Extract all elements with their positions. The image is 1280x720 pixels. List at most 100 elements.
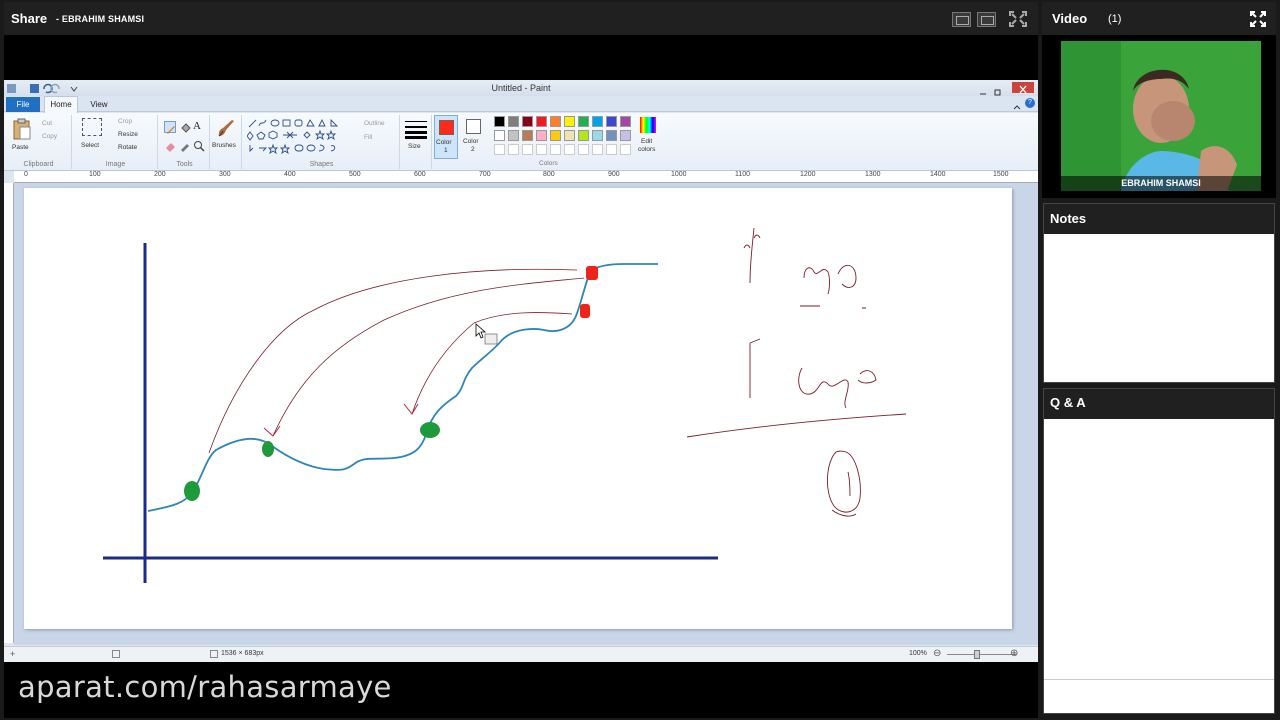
zoom-slider[interactable] [947,654,1017,655]
arc-line [272,277,585,437]
layout-small-icon[interactable] [952,12,971,27]
zoom-slider-thumb[interactable] [974,650,980,659]
qa-input[interactable] [1044,679,1274,713]
palette-swatch[interactable] [564,116,575,127]
palette-swatch[interactable] [536,130,547,141]
palette-swatch[interactable] [564,144,575,155]
palette-swatch[interactable] [522,116,533,127]
palette-swatch[interactable] [592,130,603,141]
palette-swatch[interactable] [564,130,575,141]
ribbon: Paste Cut Copy Clipboard Select Crop Res… [4,113,1038,171]
tab-view[interactable]: View [84,97,114,112]
qa-title: Q & A [1050,395,1086,410]
palette-swatch[interactable] [620,144,631,155]
tab-home[interactable]: Home [44,96,78,113]
outline-dropdown[interactable]: Outline [364,120,385,127]
drawing-canvas[interactable] [24,188,1012,629]
zoom-out-icon[interactable]: ⊖ [933,648,941,659]
pencil-icon[interactable] [164,121,176,134]
notes-title: Notes [1050,211,1087,226]
text-icon[interactable]: A [193,120,201,132]
palette-swatch[interactable] [606,130,617,141]
rotate-button[interactable]: Rotate [118,144,137,151]
paste-button[interactable]: Paste [12,144,29,151]
palette-swatch[interactable] [620,130,631,141]
zoom-level: 100% [909,650,927,657]
select-button[interactable]: Select [81,142,99,149]
handwriting [686,227,907,517]
palette-swatch[interactable] [578,144,589,155]
brush-icon[interactable] [215,118,237,140]
crop-button[interactable]: Crop [118,118,132,125]
palette-swatch[interactable] [494,116,505,127]
fullscreen-icon[interactable] [1008,10,1028,28]
group-size: Size [402,115,432,169]
red-marker [586,266,598,280]
palette-swatch[interactable] [620,116,631,127]
size-icon[interactable] [405,119,427,139]
help-icon[interactable]: ? [1025,98,1035,108]
ruler-tick: 900 [608,171,620,178]
video-title: Video [1052,11,1088,26]
layout-large-icon[interactable] [977,12,996,27]
palette-swatch[interactable] [606,116,617,127]
palette-swatch[interactable] [578,116,589,127]
eraser-icon[interactable] [164,139,176,152]
fill-dropdown[interactable]: Fill [364,134,372,141]
size-button[interactable]: Size [408,143,421,150]
restore-icon[interactable] [994,83,1002,96]
notes-content[interactable] [1044,234,1274,382]
color2-button[interactable]: Color 2 [462,115,486,159]
palette-swatch[interactable] [494,130,505,141]
copy-button[interactable]: Copy [42,133,57,140]
palette-swatch[interactable] [508,116,519,127]
group-shapes: Outline Fill Shapes [244,115,400,169]
image-size-icon [210,650,218,658]
color-palette [494,116,634,158]
shapes-gallery[interactable] [246,118,347,155]
cut-button[interactable]: Cut [42,120,52,127]
palette-swatch[interactable] [550,144,561,155]
paste-icon[interactable] [12,118,32,142]
palette-swatch[interactable] [606,144,617,155]
color1-button[interactable]: Color 1 [434,115,458,159]
brushes-button[interactable]: Brushes [212,142,236,149]
ruler-tick: 1200 [800,171,816,178]
palette-swatch[interactable] [522,144,533,155]
edit-colors-button[interactable]: Edit colors [636,115,660,159]
price-curve [147,263,658,512]
palette-swatch[interactable] [508,144,519,155]
palette-swatch[interactable] [536,116,547,127]
fullscreen-icon[interactable] [1249,10,1267,28]
collapse-ribbon-icon[interactable] [1013,99,1021,110]
palette-swatch[interactable] [550,130,561,141]
palette-swatch[interactable] [592,116,603,127]
qa-header: Q & A [1044,389,1274,419]
select-icon[interactable] [82,118,102,136]
image-dimensions: 1536 × 683px [221,650,264,657]
ruler-tick: 0 [24,171,28,178]
palette-swatch[interactable] [578,130,589,141]
ruler-tick: 500 [349,171,361,178]
palette-swatch[interactable] [522,130,533,141]
ruler-tick: 100 [89,171,101,178]
color-picker-icon[interactable] [179,139,191,152]
palette-swatch[interactable] [550,116,561,127]
palette-swatch[interactable] [592,144,603,155]
magnifier-icon[interactable] [193,139,205,152]
palette-swatch[interactable] [494,144,505,155]
resize-button[interactable]: Resize [118,131,138,138]
ribbon-tabs: File Home View ? [4,96,1038,113]
qa-message-list [1044,419,1274,677]
palette-swatch[interactable] [508,130,519,141]
close-icon[interactable] [1012,82,1034,94]
zoom-in-icon[interactable]: ⊕ [1010,648,1018,659]
minimize-icon[interactable] [979,83,987,95]
tab-file[interactable]: File [6,97,40,112]
group-label: Shapes [309,161,334,168]
status-bar: + 1536 × 683px 100% ⊖ ⊕ [4,646,1038,662]
fill-icon[interactable] [179,121,191,133]
ruler-tick: 800 [543,171,555,178]
group-label: Image [105,161,126,168]
palette-swatch[interactable] [536,144,547,155]
